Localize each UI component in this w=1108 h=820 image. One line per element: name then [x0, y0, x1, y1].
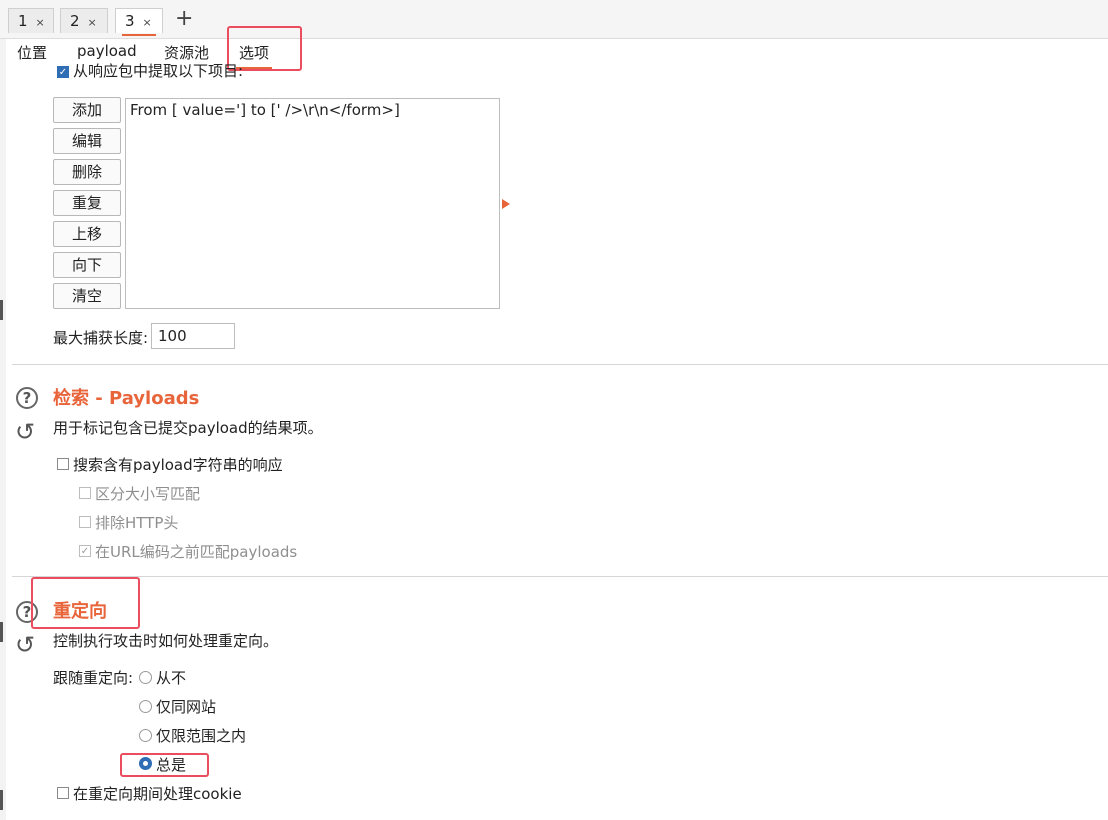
tab-payloads[interactable]: payload — [77, 42, 137, 60]
edit-button[interactable]: 编辑 — [53, 128, 121, 154]
move-up-button[interactable]: 上移 — [53, 221, 121, 247]
top-tab-label: 2 — [70, 12, 80, 30]
highlight-box-redirections-title — [31, 577, 140, 629]
remove-button[interactable]: 删除 — [53, 159, 121, 185]
extract-checkbox-label: 从响应包中提取以下项目: — [73, 62, 244, 78]
redirections-description: 控制执行攻击时如何处理重定向。 — [53, 632, 279, 650]
radio-never-label: 从不 — [156, 669, 187, 687]
highlight-box-always — [120, 753, 209, 777]
radio-in-scope-only[interactable] — [139, 729, 152, 742]
max-capture-input[interactable]: 100 — [151, 323, 235, 349]
expand-arrow-icon[interactable] — [502, 199, 510, 209]
close-icon[interactable]: × — [143, 16, 152, 29]
radio-on-site-only[interactable] — [139, 700, 152, 713]
reset-icon[interactable]: ↺ — [15, 420, 35, 444]
help-icon[interactable]: ? — [16, 387, 38, 409]
exclude-http-headers-label: 排除HTTP头 — [95, 514, 179, 532]
max-capture-label: 最大捕获长度: — [53, 329, 149, 347]
radio-on-site-only-label: 仅同网站 — [156, 698, 217, 716]
exclude-http-headers-checkbox[interactable] — [79, 516, 91, 528]
close-icon[interactable]: × — [36, 16, 45, 29]
move-down-button[interactable]: 向下 — [53, 252, 121, 278]
top-tab-bar — [0, 0, 1108, 39]
search-payload-label: 搜索含有payload字符串的响应 — [73, 456, 283, 474]
process-cookies-checkbox[interactable] — [57, 787, 69, 799]
extract-checkbox[interactable]: ✓ — [57, 66, 69, 78]
top-tab-label: 1 — [18, 12, 28, 30]
top-tab-1[interactable]: 1 × — [8, 8, 54, 33]
process-cookies-label: 在重定向期间处理cookie — [73, 785, 242, 803]
extract-items-list[interactable]: From [ value='] to [' />\r\n</form>] — [125, 98, 500, 309]
radio-in-scope-only-label: 仅限范围之内 — [156, 727, 247, 745]
match-before-url-encoding-label: 在URL编码之前匹配payloads — [95, 543, 298, 561]
close-icon[interactable]: × — [88, 16, 97, 29]
edge-marker — [0, 790, 3, 810]
list-item[interactable]: From [ value='] to [' />\r\n</form>] — [130, 101, 400, 119]
top-tab-3[interactable]: 3 × — [115, 8, 163, 36]
top-tab-label: 3 — [125, 12, 135, 30]
search-payload-checkbox[interactable] — [57, 458, 69, 470]
new-tab-plus-icon[interactable]: + — [175, 6, 193, 31]
top-tab-2[interactable]: 2 × — [60, 8, 108, 33]
edge-marker — [0, 622, 3, 642]
section-divider — [12, 576, 1108, 577]
clear-button[interactable]: 清空 — [53, 283, 121, 309]
follow-redirections-label: 跟随重定向: — [53, 669, 134, 687]
reset-icon[interactable]: ↺ — [15, 633, 35, 657]
match-before-url-encoding-checkbox[interactable]: ✓ — [79, 545, 91, 557]
tab-positions[interactable]: 位置 — [17, 42, 47, 63]
add-button[interactable]: 添加 — [53, 97, 121, 123]
radio-never[interactable] — [139, 671, 152, 684]
duplicate-button[interactable]: 重复 — [53, 190, 121, 216]
edge-marker — [0, 300, 3, 320]
case-sensitive-label: 区分大小写匹配 — [95, 485, 201, 503]
case-sensitive-checkbox[interactable] — [79, 487, 91, 499]
grep-payloads-title: 检索 - Payloads — [53, 388, 200, 409]
section-divider — [12, 364, 1108, 365]
window-left-edge — [0, 0, 6, 820]
grep-payloads-description: 用于标记包含已提交payload的结果项。 — [53, 419, 323, 437]
